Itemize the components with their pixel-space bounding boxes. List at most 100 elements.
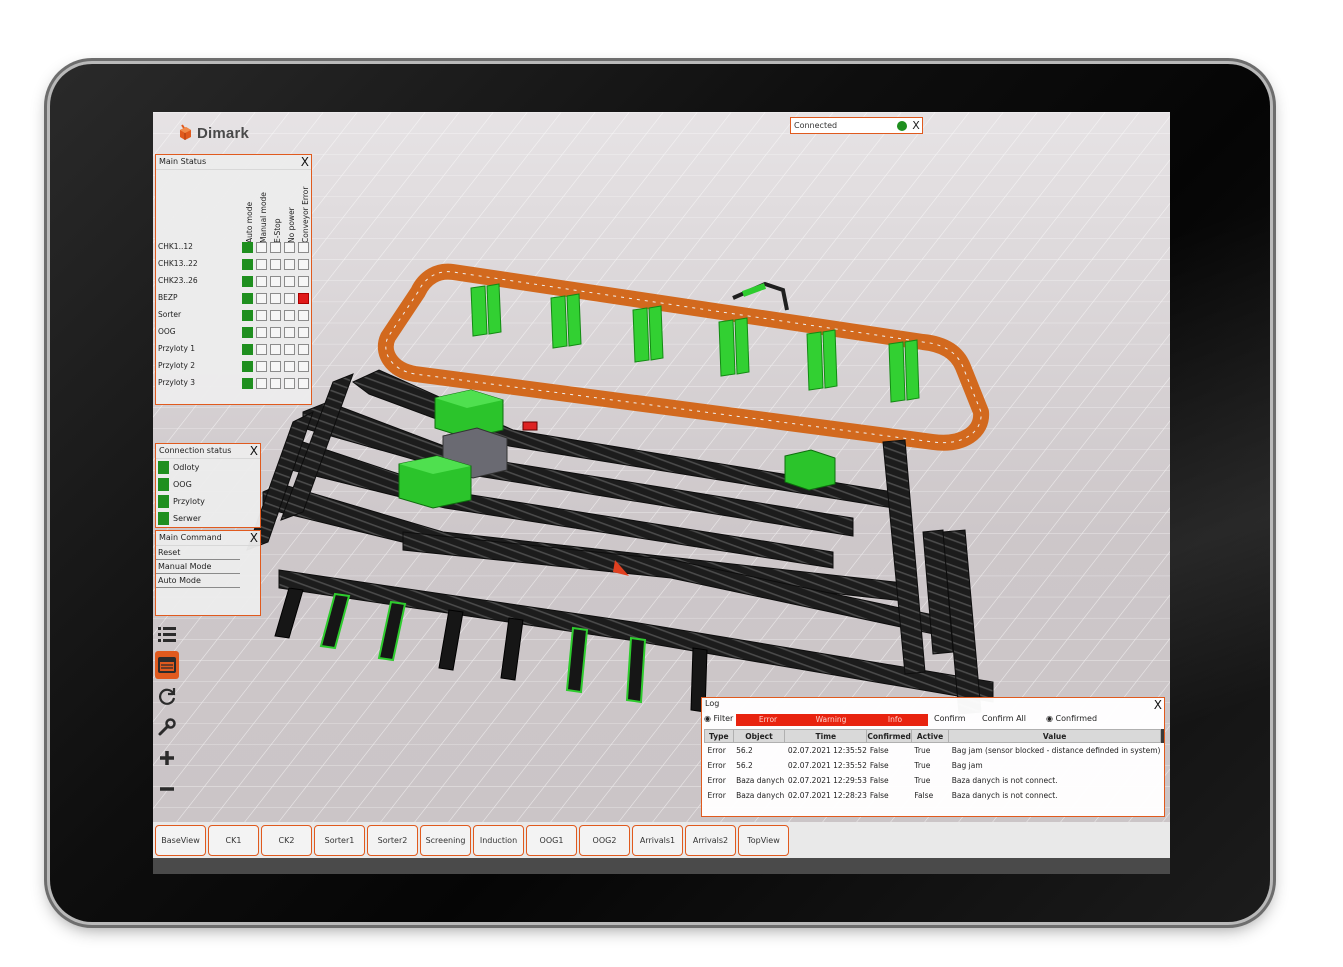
col-type[interactable]: Type	[704, 729, 734, 743]
list-icon	[158, 627, 176, 642]
log-cell-spacer	[1161, 743, 1164, 758]
refresh-button[interactable]	[155, 682, 179, 710]
status-row: Przyloty 1	[156, 341, 311, 358]
view-tab[interactable]: Sorter1	[314, 825, 365, 856]
log-cell-confirmed: False	[869, 760, 889, 770]
col-confirmed[interactable]: Confirmed	[866, 729, 912, 743]
status-cell-inactive	[284, 293, 295, 304]
list-button[interactable]	[155, 620, 179, 648]
log-cell-value: Baza danych is not connect.	[951, 790, 1058, 800]
status-row-name: OOG	[158, 327, 176, 336]
log-cell-active: True	[914, 775, 931, 785]
status-cell-inactive	[284, 327, 295, 338]
main-status-panel: Main Status X Auto mode Manual mode E-Stop…	[155, 154, 312, 405]
app-screen: Dimark Connected X Main Status X Auto mo…	[153, 112, 1170, 874]
confirmed-toggle[interactable]: ◉ Confirmed	[1046, 714, 1097, 723]
status-column-header: E-Stop	[272, 173, 284, 244]
log-cell-confirmed: False	[869, 790, 889, 800]
status-row: CHK1..12	[156, 239, 311, 256]
connection-item-label: Odloty	[173, 463, 200, 472]
log-row[interactable]: Error 56.2 02.07.2021 12:35:52 False True Bag…	[705, 758, 1164, 773]
command-item[interactable]: Reset	[156, 546, 240, 560]
connection-status-item: Odloty	[156, 459, 260, 476]
log-cell-object: Baza danych	[736, 775, 785, 785]
log-close-button[interactable]: X	[1154, 698, 1162, 712]
filter-toggle[interactable]: ◉ Filter	[704, 714, 733, 723]
zoom-out-icon	[160, 787, 174, 791]
status-row-name: BEZP	[158, 293, 178, 302]
connection-status-item: OOG	[156, 476, 260, 493]
status-cell-inactive	[256, 276, 267, 287]
view-tab[interactable]: Arrivals1	[632, 825, 683, 856]
log-cell-type: Error	[707, 790, 726, 800]
status-column-header: Conveyor Error	[300, 173, 312, 243]
view-tab[interactable]: Screening	[420, 825, 471, 856]
main-command-close-button[interactable]: X	[250, 531, 258, 545]
status-row: Przyloty 3	[156, 375, 311, 392]
col-value[interactable]: Value	[948, 729, 1161, 743]
status-cell-inactive	[284, 310, 295, 321]
connection-label: Connected	[794, 121, 838, 130]
connection-item-label: Przyloty	[173, 497, 205, 506]
col-object[interactable]: Object	[732, 729, 786, 743]
status-cell-inactive	[256, 293, 267, 304]
status-row-name: CHK1..12	[158, 242, 193, 251]
view-tab[interactable]: TopView	[738, 825, 789, 856]
main-status-close-button[interactable]: X	[301, 155, 309, 169]
severity-warning-button[interactable]: Warning	[800, 714, 862, 726]
confirm-button[interactable]: Confirm	[934, 714, 966, 723]
zoom-in-button[interactable]	[155, 744, 179, 772]
app-logo: Dimark	[177, 124, 249, 142]
connection-status-close-button[interactable]: X	[250, 444, 258, 458]
connection-badge: Connected X	[790, 117, 923, 134]
col-time[interactable]: Time	[784, 729, 868, 743]
view-tab[interactable]: BaseView	[155, 825, 206, 856]
status-row: OOG	[156, 324, 311, 341]
log-row[interactable]: Error 56.2 02.07.2021 12:35:52 False True Bag…	[705, 743, 1164, 758]
log-table: Type Object Time Confirmed Active Value …	[704, 729, 1164, 803]
view-tab[interactable]: CK1	[208, 825, 259, 856]
log-row[interactable]: Error Baza danych 02.07.2021 12:28:23 False…	[705, 788, 1164, 803]
status-cell-inactive	[284, 361, 295, 372]
status-cell-inactive	[256, 242, 267, 253]
connection-close-button[interactable]: X	[910, 119, 922, 133]
log-cell-type: Error	[707, 775, 726, 785]
zoom-in-icon	[160, 751, 174, 765]
status-cell-inactive	[284, 259, 295, 270]
view-tab[interactable]: Sorter2	[367, 825, 418, 856]
main-command-list: Reset Manual Mode Auto Mode	[156, 546, 260, 588]
status-row: Sorter	[156, 307, 311, 324]
severity-error-button[interactable]: Error	[736, 714, 800, 726]
status-cell-active	[242, 378, 253, 389]
col-active[interactable]: Active	[910, 729, 950, 743]
command-item[interactable]: Auto Mode	[156, 574, 240, 588]
severity-info-button[interactable]: Info	[862, 714, 928, 726]
settings-button[interactable]	[155, 713, 179, 741]
connection-status-item: Przyloty	[156, 493, 260, 510]
zoom-out-button[interactable]	[155, 775, 179, 803]
view-tab[interactable]: CK2	[261, 825, 312, 856]
view-tab[interactable]: Induction	[473, 825, 524, 856]
view-tab-bar: BaseView CK1 CK2 Sorter1 Sorter2 Screening Ind…	[153, 822, 1170, 858]
main-command-panel: Main Command X Reset Manual Mode Auto Mode	[155, 530, 261, 616]
status-cell-inactive	[284, 242, 295, 253]
log-cell-type: Error	[707, 760, 726, 770]
status-cell-inactive	[256, 378, 267, 389]
view-tab[interactable]: OOG2	[579, 825, 630, 856]
status-column-label: Conveyor Error	[301, 186, 310, 243]
wrench-icon	[158, 718, 176, 736]
status-row: CHK23..26	[156, 273, 311, 290]
status-cell-inactive	[298, 378, 309, 389]
view-tab[interactable]: Arrivals2	[685, 825, 736, 856]
status-cell-inactive	[298, 276, 309, 287]
command-item[interactable]: Manual Mode	[156, 560, 240, 574]
panel-button[interactable]	[155, 651, 179, 679]
panel-icon	[158, 657, 176, 673]
confirm-all-button[interactable]: Confirm All	[982, 714, 1026, 723]
log-row[interactable]: Error Baza danych 02.07.2021 12:29:53 False…	[705, 773, 1164, 788]
status-cell-inactive	[270, 344, 281, 355]
log-cell-confirmed: False	[869, 775, 889, 785]
status-column-header: Manual mode	[258, 173, 270, 243]
view-tab[interactable]: OOG1	[526, 825, 577, 856]
log-cell-spacer	[1161, 773, 1164, 788]
